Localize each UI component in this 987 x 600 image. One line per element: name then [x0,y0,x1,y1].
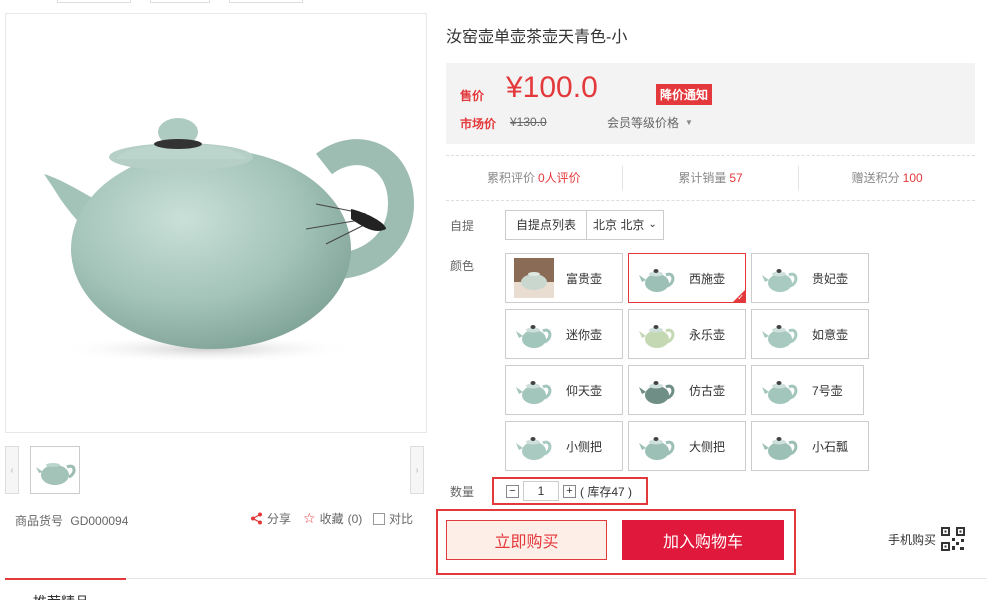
favorite-button[interactable]: ☆ 收藏 (0) [303,510,362,527]
add-to-cart-button[interactable]: 加入购物车 [622,520,784,560]
thumb-next-button[interactable]: › [410,446,424,494]
stat-points: 赠送积分 100 [799,166,975,190]
tab-divider [5,578,987,579]
share-button[interactable]: 分享 [250,510,291,527]
star-icon: ☆ [303,510,316,526]
member-price-dropdown[interactable]: 会员等级价格 ▼ [607,114,693,131]
teapot-icon [760,258,800,298]
favorite-count: (0) [347,511,363,526]
sku-label: 商品货号 [15,514,64,528]
qr-code-icon[interactable] [941,527,965,551]
color-option[interactable]: 7号壶 [751,365,864,415]
color-option-label: 小石瓢 [812,439,849,454]
points-value: 100 [902,171,923,185]
chevron-right-icon: › [415,464,419,476]
color-option[interactable]: 大侧把 [628,421,746,471]
teapot-icon [514,370,554,410]
color-option[interactable]: 西施壶 ✓ [628,253,746,303]
color-option-label: 贵妃壶 [812,271,849,286]
color-option[interactable]: 小侧把 [505,421,623,471]
compare-label: 对比 [389,512,414,526]
color-option-label: 小侧把 [566,439,603,454]
buy-now-button[interactable]: 立即购买 [446,520,607,560]
pickup-list-button[interactable]: 自提点列表 [506,211,588,239]
teapot-icon [637,314,677,354]
teapot-photo-icon [514,258,554,298]
tab-recommend[interactable]: 推荐精品 [5,578,126,600]
pickup-selector: 自提点列表 北京 北京 ⌄ [505,210,664,240]
product-title: 汝窑壶单壶茶壶天青色-小 [446,29,628,46]
color-option[interactable]: 迷你壶 [505,309,623,359]
color-option-label: 迷你壶 [566,327,603,342]
pickup-city-value: 北京 北京 [593,218,645,232]
reviews-label: 累积评价 [486,171,535,185]
share-icon [251,512,262,525]
thumbnail-image[interactable] [30,446,80,494]
favorite-label: 收藏 [319,512,344,526]
color-option-label: 西施壶 [689,271,726,286]
quantity-decrease-button[interactable]: − [506,484,519,498]
sale-price-label: 售价 [460,89,485,103]
pickup-label: 自提 [450,219,475,233]
price-drop-notify-button[interactable]: 降价通知 [656,84,713,105]
color-option[interactable]: 仰天壶 [505,365,623,415]
product-sku: 商品货号 GD000094 [15,512,128,529]
stats-bar: 累积评价 0人评价 累计销量 57 赠送积分 100 [446,155,975,201]
teapot-icon [637,426,677,466]
teapot-icon [637,258,677,298]
price-box: 售价 ¥100.0 降价通知 市场价 ¥130.0 会员等级价格 ▼ [446,63,975,144]
color-option-label: 大侧把 [689,439,726,454]
sales-label: 累计销量 [678,171,727,185]
top-tab-stub [57,0,131,3]
teapot-icon [514,314,554,354]
market-price-label: 市场价 [460,117,497,131]
sale-price: ¥100.0 [506,71,598,104]
color-option-label: 富贵壶 [566,271,603,286]
quantity-increase-button[interactable]: + [563,484,576,498]
color-option[interactable]: 仿古壶 [628,365,746,415]
color-option[interactable]: 永乐壶 [628,309,746,359]
checkmark-icon: ✓ [737,293,744,302]
share-label: 分享 [267,512,292,526]
color-label: 颜色 [450,259,475,273]
stat-reviews[interactable]: 累积评价 0人评价 [446,166,623,190]
sku-value: GD000094 [70,514,129,528]
sales-value: 57 [729,171,743,185]
color-option[interactable]: 贵妃壶 [751,253,869,303]
main-product-image[interactable] [5,13,427,433]
thumb-prev-button[interactable]: ‹ [5,446,19,494]
chevron-down-icon: ⌄ [648,219,657,230]
reviews-value: 0人评价 [538,171,581,185]
teapot-icon [760,370,800,410]
quantity-stepper: − 1 + ( 库存47 ) [492,477,648,505]
teapot-icon [760,426,800,466]
chevron-left-icon: ‹ [10,464,14,476]
quantity-input[interactable]: 1 [523,481,559,501]
mobile-buy-label[interactable]: 手机购买 [888,531,936,548]
teapot-icon [760,314,800,354]
checkbox-icon [373,512,385,525]
stat-sales: 累计销量 57 [623,166,800,190]
stock-count: ( 库存47 ) [580,484,633,499]
color-option-label: 仿古壶 [689,383,726,398]
color-option[interactable]: 富贵壶 [505,253,623,303]
member-price-label: 会员等级价格 [607,116,680,130]
color-option[interactable]: 如意壶 [751,309,869,359]
teapot-icon [514,426,554,466]
quantity-label: 数量 [450,485,475,499]
color-option-label: 仰天壶 [566,383,603,398]
market-price: ¥130.0 [510,115,547,129]
teapot-icon [637,370,677,410]
top-tab-stub [150,0,210,3]
caret-down-icon: ▼ [685,118,693,127]
pickup-city-select[interactable]: 北京 北京 ⌄ [587,211,663,239]
points-label: 赠送积分 [851,171,900,185]
color-option-label: 如意壶 [812,327,849,342]
compare-checkbox[interactable]: 对比 [373,510,413,527]
color-option-label: 永乐壶 [689,327,726,342]
top-tab-stub [229,0,303,3]
color-option[interactable]: 小石瓢 [751,421,869,471]
color-option-label: 7号壶 [812,383,843,398]
